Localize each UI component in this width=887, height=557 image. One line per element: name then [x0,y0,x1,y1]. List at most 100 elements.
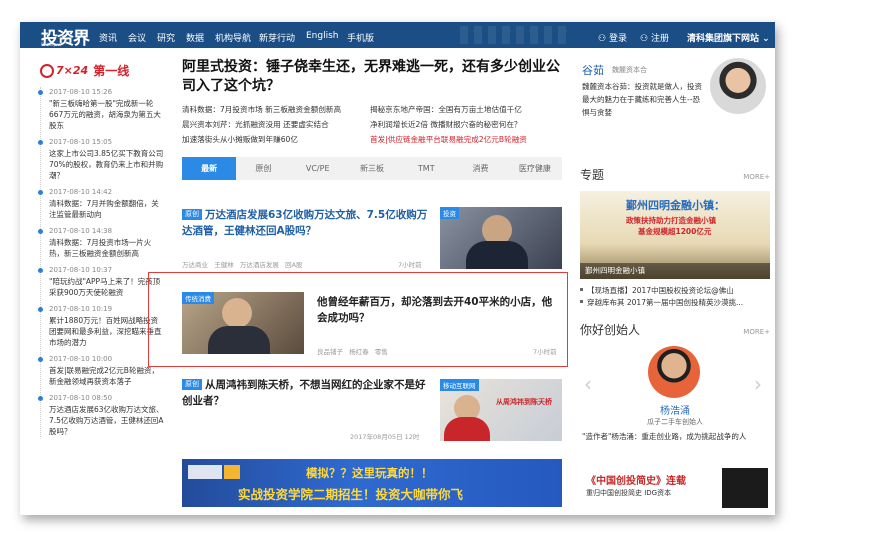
founder-card[interactable]: ‹ › 杨浩涌 瓜子二手车创始人 "造作者"杨浩涌：重走创业路，成为挑起战争的人 [580,338,770,466]
group-sites-dropdown[interactable]: 清科集团旗下网站 ⌄ [687,31,770,44]
feed-item[interactable]: 2017-08-10 15:26 "新三板嗨哈第一股"完成新一轮667万元的融资，… [38,87,165,131]
special-more-link[interactable]: MORE+ [743,173,770,181]
founder-name[interactable]: 杨浩涌 [580,402,770,417]
book-sub: 重归中国创投简史 IDG资本 [586,489,672,497]
nav-item-english[interactable]: English [306,31,339,41]
feed-text[interactable]: 万达酒店发展63亿收购万达文旅、7.5亿收购万达酒管，王健林还回A股吗？ [49,404,165,437]
login-link[interactable]: ⚇ 登录 [598,31,627,44]
feed-item[interactable]: 2017-08-10 14:38 清科数据：7月投资市场一片火热，新三板融资金额创… [38,226,165,259]
tab-0[interactable]: 最新 [182,157,237,180]
banner-line-1: 模拟？？这里玩真的！！ [306,466,433,480]
live-feed-list: 2017-08-10 15:26 "新三板嗨哈第一股"完成新一轮667万元的融资，… [38,87,165,437]
nav-item-data[interactable]: 数据 [186,31,204,44]
special-banner[interactable]: 鄞州四明金融小镇： 政策扶持助力打造金融小镇 基金规模超1200亿元 鄞州四明金… [580,191,770,279]
profile-role: 魏麓资本合 [612,66,647,74]
user-icon: ⚇ [640,34,649,44]
right-sidebar: 谷茹 魏麓资本合 魏麓资本谷茹：投资就是做人，投资最大的魅力在于藏练和完善人生-… [580,48,770,508]
banner-logo [188,465,222,479]
profile-quote: 魏麓资本谷茹：投资就是做人，投资最大的魅力在于藏练和完善人生--恐惧与贪婪 [582,82,702,117]
feed-time: 2017-08-10 08:50 [49,394,113,402]
special-header: 专题 MORE+ [580,166,770,183]
feed-time: 2017-08-10 14:42 [49,188,113,196]
nav-item-institutions[interactable]: 机构导航 [215,31,251,44]
category-tabs: 最新 原创 VC/PE 新三板 TMT 消费 医疗健康 [182,157,562,180]
nav-item-research[interactable]: 研究 [157,31,175,44]
chevron-left-icon[interactable]: ‹ [584,372,592,396]
article-title[interactable]: 原创 万达酒店发展63亿收购万达文旅、7.5亿收购万达酒管，王健林还回A股吗？ [182,207,437,239]
feed-text[interactable]: "新三板嗨哈第一股"完成新一轮667万元的融资，胡海泉为第五大股东 [49,98,165,131]
tab-3[interactable]: 新三板 [345,157,399,180]
article-thumbnail[interactable]: 从周鸿祎到陈天桥 移动互联网 [440,379,562,441]
feed-text[interactable]: 首发|联易融完成2亿元B轮融资，新金融领域再获资本落子 [49,365,165,387]
article-tag: 原创 [182,209,202,220]
chevron-right-icon[interactable]: › [754,372,762,396]
founder-title: 你好创始人 [580,323,641,337]
live-feed-title: 7×24 第一线 [40,62,165,79]
feed-text[interactable]: 这家上市公司3.85亿买下教育公司70%的股权，教育仍来上市和并购潮？ [49,148,165,181]
tab-1[interactable]: 原创 [236,157,290,180]
book-cover [722,468,768,508]
special-link[interactable]: 【现场直播】2017中国股权投资论坛@佛山 [580,285,770,297]
main-column: 阿里式投资：锤子侥幸生还，无界难逃一死，还有多少创业公司入了这个坑？ 清科数据：… [182,58,562,180]
feed-item[interactable]: 2017-08-10 08:50 万达酒店发展63亿收购万达文旅、7.5亿收购万达… [38,393,165,437]
nav-item-meeting[interactable]: 会议 [128,31,146,44]
feed-item[interactable]: 2017-08-10 15:05 这家上市公司3.85亿买下教育公司70%的股权，… [38,137,165,181]
ad-banner[interactable]: 模拟？？这里玩真的！！ 实战投资学院二期招生！投资大咖带你飞 [182,459,562,507]
founder-header: 你好创始人 MORE+ [580,321,770,338]
sub-link[interactable]: 晨兴资本刘芹：光抓融资没用 还要虚实结合 [182,119,370,130]
founder-more-link[interactable]: MORE+ [743,328,770,336]
investor-profile[interactable]: 谷茹 魏麓资本合 魏麓资本谷茹：投资就是做人，投资最大的魅力在于藏练和完善人生-… [580,48,770,158]
nav-item-sprout[interactable]: 新芽行动 [259,31,295,44]
sub-link[interactable]: 净利润增长近2倍 微播财报穴奋的秘密何在？ [370,119,562,130]
article-meta: 万达商业 王健林 万达酒店发展 回A股 [182,261,303,269]
profile-name[interactable]: 谷茹 [582,62,604,78]
article-time: 2017年08月05日 12时 [350,433,420,441]
nav-decoration [460,26,570,44]
sub-link[interactable]: 首发|供应链金融平台联易融完成2亿元B轮融资 [370,134,562,145]
article-card[interactable]: 原创 万达酒店发展63亿收购万达文旅、7.5亿收购万达酒管，王健林还回A股吗？ 万… [182,207,562,269]
article-title[interactable]: 原创 从周鸿祎到陈天桥，不想当网红的企业家不是好创业者？ [182,377,427,409]
tab-5[interactable]: 消费 [453,157,507,180]
founder-role: 瓜子二手车创始人 [647,418,703,426]
sub-link[interactable]: 揭秘京东地产帝国：全国有万亩土地估值千亿 [370,104,562,115]
headline[interactable]: 阿里式投资：锤子侥幸生还，无界难逃一死，还有多少创业公司入了这个坑？ [182,58,562,96]
person-body [466,241,528,269]
book-card[interactable]: 《中国创投简史》连载 重归中国创投简史 IDG资本 [580,468,770,508]
special-title: 专题 [580,168,605,182]
sub-links: 清科数据：7月投资市场 新三板融资金额创新高 揭秘京东地产帝国：全国有万亩土地估值… [182,104,562,145]
article-tag: 原创 [182,379,202,390]
founder-avatar [648,346,700,398]
article-time: 7小时前 [398,261,422,269]
feed-time: 2017-08-10 14:38 [49,227,113,235]
article-thumbnail[interactable]: 投资 [440,207,562,269]
sub-link[interactable]: 加速落街头从小摊贩做到年赚60亿 [182,134,370,145]
person-body [444,417,490,441]
special-banner-sub2: 基金规模超1200亿元 [638,227,712,236]
banner-line-2: 实战投资学院二期招生！投资大咖带你飞 [238,487,464,502]
live-feed: 7×24 第一线 2017-08-10 15:26 "新三板嗨哈第一股"完成新一轮… [38,62,165,443]
feed-text[interactable]: 清科数据：7月投资市场一片火热，新三板融资金额创新高 [49,237,165,259]
special-banner-title: 鄞州四明金融小镇： [626,200,725,212]
special-link[interactable]: 穿越库布其 2017第一届中国创投精英沙漠挑... [580,297,770,309]
tab-2[interactable]: VC/PE [291,157,345,180]
top-nav: 投资界 PEdaily.cn 资讯 会议 研究 数据 机构导航 新芽行动 Eng… [20,22,775,49]
tab-4[interactable]: TMT [399,157,453,180]
thumbnail-tag: 投资 [440,207,459,219]
thumbnail-tag: 移动互联网 [440,379,479,391]
register-link[interactable]: ⚇ 注册 [640,31,669,44]
nav-item-news[interactable]: 资讯 [99,31,117,44]
thumbnail-text: 从周鸿祎到陈天桥 [496,398,552,406]
highlight-box [148,272,568,367]
nav-item-mobile[interactable]: 手机版 [347,31,374,44]
sub-link[interactable]: 清科数据：7月投资市场 新三板融资金额创新高 [182,104,370,115]
special-links: 【现场直播】2017中国股权投资论坛@佛山 穿越库布其 2017第一届中国创投精… [580,285,770,309]
book-title[interactable]: 《中国创投简史》连载 [586,472,686,487]
clock-icon [40,63,54,78]
article-card[interactable]: 原创 从周鸿祎到陈天桥，不想当网红的企业家不是好创业者？ 2017年08月05日 … [182,377,562,441]
banner-logo-2 [224,465,240,479]
feed-item[interactable]: 2017-08-10 14:42 清科数据：7月并购金额翻倍，关注监管最新动向 [38,187,165,220]
founder-quote: "造作者"杨浩涌：重走创业路，成为挑起战争的人 [582,432,747,441]
avatar [710,58,766,114]
feed-text[interactable]: 清科数据：7月并购金额翻倍，关注监管最新动向 [49,198,165,220]
tab-6[interactable]: 医疗健康 [508,157,562,180]
